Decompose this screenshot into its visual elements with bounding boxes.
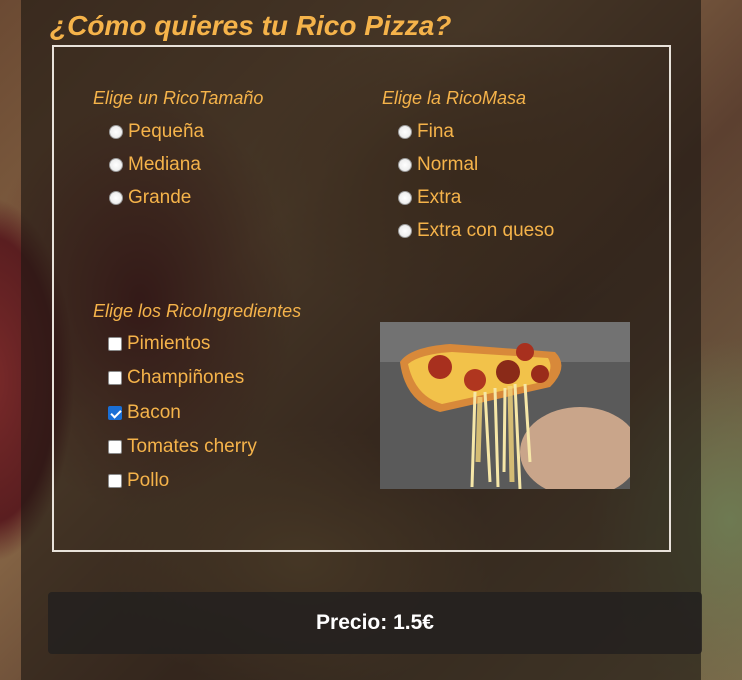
ingredient-option-bacon[interactable]: Bacon [108,401,181,425]
pizza-slice-image [380,322,630,489]
size-option-label: Grande [128,187,192,208]
size-option-grande[interactable]: Grande [109,186,191,210]
dough-option-extra-queso[interactable]: Extra con queso [398,219,554,243]
size-option-label: Mediana [128,154,201,175]
dough-option-normal[interactable]: Normal [398,153,478,177]
dough-option-fina[interactable]: Fina [398,120,454,144]
price-label: Precio: 1.5€ [316,611,434,634]
ingredient-checkbox-champinones[interactable] [108,371,122,385]
size-option-mediana[interactable]: Mediana [109,153,201,177]
dough-radio-extra-queso[interactable] [398,224,412,238]
dough-radio-fina[interactable] [398,125,412,139]
dough-heading: Elige la RicoMasa [382,88,527,108]
ingredient-option-label: Pollo [127,470,170,491]
ingredient-checkbox-pollo[interactable] [108,474,122,488]
ingredient-option-label: Bacon [127,402,181,423]
dough-option-label: Fina [417,121,454,142]
ingredient-option-label: Tomates cherry [127,436,257,457]
ingredient-checkbox-bacon[interactable] [108,406,122,420]
dough-option-label: Normal [417,154,479,175]
page-title: ¿Cómo quieres tu Rico Pizza? [50,10,452,41]
dough-option-label: Extra [417,187,462,208]
size-option-label: Pequeña [128,121,205,142]
ingredient-option-pimientos[interactable]: Pimientos [108,332,210,356]
ingredient-option-label: Pimientos [127,333,211,354]
dough-option-extra[interactable]: Extra [398,186,461,210]
ingredient-option-champinones[interactable]: Champiñones [108,366,244,390]
pizza-slice-illustration [380,322,630,489]
ingredient-option-label: Champiñones [127,367,245,388]
ingredients-heading: Elige los RicoIngredientes [93,301,302,321]
price-bar: Precio: 1.5€ [48,592,702,654]
size-option-pequena[interactable]: Pequeña [109,120,204,144]
size-radio-grande[interactable] [109,191,123,205]
ingredient-option-pollo[interactable]: Pollo [108,469,169,493]
dough-radio-normal[interactable] [398,158,412,172]
ingredient-checkbox-tomates-cherry[interactable] [108,440,122,454]
ingredient-option-tomates-cherry[interactable]: Tomates cherry [108,435,257,459]
size-radio-pequena[interactable] [109,125,123,139]
size-radio-mediana[interactable] [109,158,123,172]
dough-radio-extra[interactable] [398,191,412,205]
dough-option-label: Extra con queso [417,220,555,241]
size-heading: Elige un RicoTamaño [93,88,264,108]
ingredient-checkbox-pimientos[interactable] [108,337,122,351]
